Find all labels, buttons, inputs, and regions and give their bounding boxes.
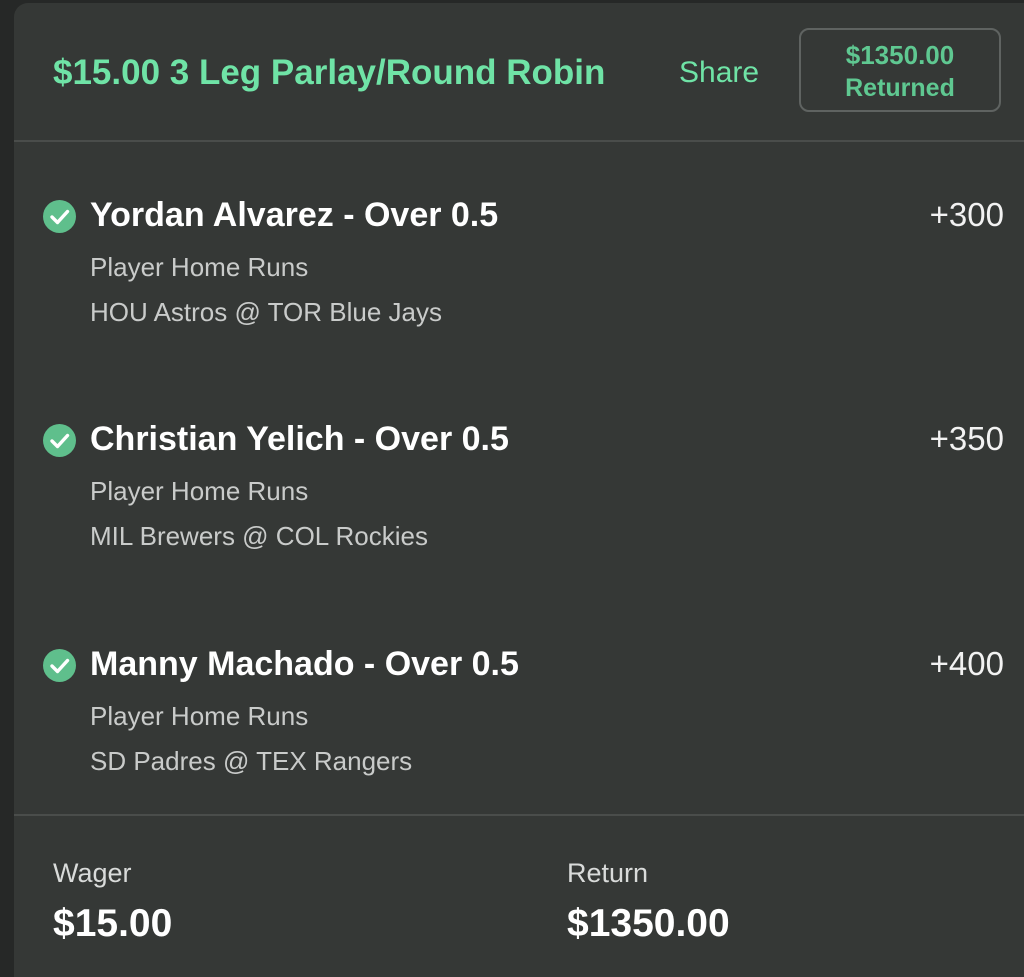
return-value: $1350.00 [567, 902, 730, 945]
check-circle-icon [43, 200, 76, 233]
leg-selection: Yordan Alvarez - Over 0.5 [90, 196, 499, 234]
bet-card: $15.00 3 Leg Parlay/Round Robin Share $1… [14, 3, 1024, 977]
check-circle-icon [43, 649, 76, 682]
bet-leg: Manny Machado - Over 0.5 +400 Player Hom… [14, 634, 1024, 784]
check-circle-icon [43, 424, 76, 457]
returned-label: Returned [845, 74, 955, 102]
share-button[interactable]: Share [679, 53, 759, 93]
leg-selection: Christian Yelich - Over 0.5 [90, 420, 509, 458]
leg-odds: +350 [929, 420, 1004, 457]
bet-header: $15.00 3 Leg Parlay/Round Robin Share $1… [14, 3, 1024, 142]
leg-market: Player Home Runs [90, 476, 309, 506]
bet-title: $15.00 3 Leg Parlay/Round Robin [53, 53, 606, 92]
wager-value: $15.00 [53, 902, 173, 945]
bet-summary: Wager $15.00 Return $1350.00 [14, 814, 1024, 977]
leg-game: SD Padres @ TEX Rangers [90, 746, 413, 776]
returned-badge: $1350.00 Returned [799, 28, 1001, 112]
return-label: Return [567, 858, 649, 888]
bet-leg: Christian Yelich - Over 0.5 +350 Player … [14, 409, 1024, 559]
leg-odds: +300 [929, 196, 1004, 233]
wager-label: Wager [53, 858, 132, 888]
leg-game: MIL Brewers @ COL Rockies [90, 521, 428, 551]
leg-market: Player Home Runs [90, 701, 309, 731]
leg-odds: +400 [929, 645, 1004, 682]
leg-selection: Manny Machado - Over 0.5 [90, 645, 519, 683]
returned-amount: $1350.00 [845, 40, 955, 70]
leg-game: HOU Astros @ TOR Blue Jays [90, 297, 442, 327]
leg-market: Player Home Runs [90, 252, 309, 282]
bet-leg: Yordan Alvarez - Over 0.5 +300 Player Ho… [14, 185, 1024, 335]
